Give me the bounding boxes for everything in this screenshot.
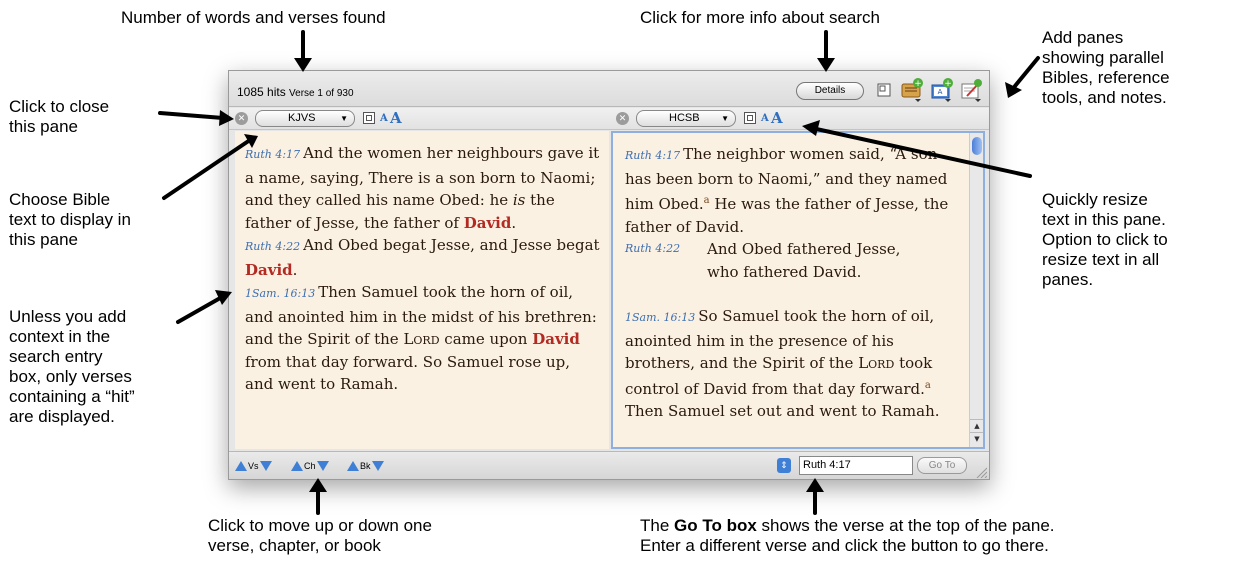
stanza-gap [625,283,961,305]
callout-goto-prefix: The [640,516,675,535]
callout-resize-text: Quickly resize text in this pane. Option… [1042,190,1168,289]
scroll-up-arrow[interactable]: ▲ [970,419,983,432]
svg-text:+: + [914,79,922,89]
svg-text:+: + [944,79,952,89]
book-icon[interactable]: A + [929,77,953,102]
poetry-line: who fathered David. [707,262,862,281]
callout-number-of-hits: Number of words and verses found [121,8,386,27]
verse-ruth-4-17: Ruth 4:17 And the women her neighbours ga… [245,142,601,234]
footnote-marker[interactable]: a [925,380,931,391]
verse-text: And Obed begat Jesse, and Jesse begat [303,236,600,254]
verse-ruth-4-22: Ruth 4:22 And Obed begat Jesse, and Jesse… [245,234,601,281]
app-window: 1085 hits Verse 1 of 930 Details + A + ✕ … [228,70,990,480]
arrow-context [176,295,224,324]
vertical-scrollbar[interactable]: ▲ ▼ [969,133,983,447]
arrowhead-nav [309,478,327,492]
pane-options-icon[interactable] [744,112,756,124]
callout-add-panes: Add panes showing parallel Bibles, refer… [1042,28,1170,107]
scroll-down-arrow[interactable]: ▼ [970,432,983,445]
scrollbar-thumb[interactable] [972,137,982,155]
search-hit: David [463,213,512,232]
verse-down-arrow-icon[interactable] [259,460,272,471]
text-larger-icon[interactable]: A [771,109,783,127]
arrowhead-goto [806,478,824,492]
book-nav-label: Bk [360,460,371,471]
verse-small-caps: Lord [858,354,895,372]
chevron-down-icon: ▼ [721,114,729,123]
pane-split-icon[interactable] [877,83,891,97]
verse-ref[interactable]: Ruth 4:22 [245,240,300,253]
details-button[interactable]: Details [796,82,864,100]
verse-1sam-16-13: 1Sam. 16:13 Then Samuel took the horn of … [245,281,601,396]
chapter-nav-label: Ch [304,460,316,471]
hits-label: 1085 hits [237,85,286,99]
verse-1sam-16-13: 1Sam. 16:13 So Samuel took the horn of oi… [625,305,961,423]
navigation-bar: Vs Ch Bk ⇕ Ruth 4:17 Go To [229,451,989,479]
notes-icon[interactable] [959,77,983,102]
left-pane-header: ✕ KJVS ▼ A A [229,108,610,130]
chevron-down-icon: ▼ [340,114,348,123]
verse-text: from that day forward. So Samuel rose up… [245,352,570,394]
verse-of-label: Verse 1 of 930 [289,88,354,99]
right-bible-label: HCSB [669,112,700,124]
chapter-up-arrow-icon[interactable] [291,460,303,471]
callout-choose-bible: Choose Bible text to display in this pan… [9,190,131,249]
right-text-pane[interactable]: Ruth 4:17 The neighbor women said, “A son… [611,131,985,449]
callout-goto-bold: Go To box [674,516,757,535]
goto-input[interactable]: Ruth 4:17 [799,456,913,475]
verse-nav: Vs [235,460,272,471]
left-text-pane[interactable]: Ruth 4:17 And the women her neighbours ga… [235,131,609,449]
search-toolbar: 1085 hits Verse 1 of 930 Details + A + [229,71,989,107]
svg-text:A: A [938,88,943,96]
arrowhead-add-panes [1005,82,1022,98]
text-smaller-icon[interactable]: A [761,113,769,124]
verse-ref[interactable]: 1Sam. 16:13 [245,287,315,300]
callout-goto-line2: Enter a different verse and click the bu… [640,536,1049,555]
stepper-icon[interactable]: ⇕ [777,458,791,473]
callout-goto: The Go To box shows the verse at the top… [640,516,1235,556]
callout-context: Unless you add context in the search ent… [9,307,135,426]
chapter-nav: Ch [291,460,329,471]
verse-ref[interactable]: Ruth 4:22 [625,238,680,261]
verse-small-caps: Lord [403,330,440,348]
chapter-down-arrow-icon[interactable] [316,460,329,471]
callout-search-info: Click for more info about search [640,8,880,27]
search-hit: David [245,260,293,279]
verse-ref[interactable]: Ruth 4:17 [625,149,680,162]
right-pane-header: ✕ HCSB ▼ A A [610,108,989,130]
pane-options-icon[interactable] [363,112,375,124]
verse-text: came upon [439,330,533,348]
text-smaller-icon[interactable]: A [380,113,388,124]
resize-grip-icon[interactable] [975,465,988,479]
verse-ref[interactable]: 1Sam. 16:13 [625,311,695,324]
callout-goto-rest: shows the verse at the top of the pane. [756,516,1055,535]
left-bible-select[interactable]: KJVS ▼ [255,110,355,127]
book-nav: Bk [347,460,384,471]
hit-count: 1085 hits Verse 1 of 930 [237,85,354,99]
left-bible-label: KJVS [288,112,316,124]
verse-text: . [511,213,517,232]
verse-up-arrow-icon[interactable] [235,460,247,471]
callout-close-pane: Click to close this pane [9,97,110,136]
verse-nav-label: Vs [248,460,259,471]
arrow-close [158,111,225,120]
search-hit: David [532,330,580,348]
callout-navigation: Click to move up or down one verse, chap… [208,516,432,555]
arrow-add-panes [1013,56,1040,88]
close-icon[interactable]: ✕ [616,112,629,125]
close-icon[interactable]: ✕ [235,112,248,125]
right-bible-select[interactable]: HCSB ▼ [636,110,736,127]
verse-ruth-4-22: Ruth 4:22 And Obed fathered Jesse, who f… [625,238,961,283]
verse-ref[interactable]: Ruth 4:17 [245,148,300,161]
verse-ruth-4-17: Ruth 4:17 The neighbor women said, “A son… [625,143,961,238]
goto-button[interactable]: Go To [917,457,967,474]
verse-italic: is [512,191,526,209]
book-down-arrow-icon[interactable] [371,460,384,471]
text-larger-icon[interactable]: A [390,109,402,127]
scroll-icon[interactable]: + [899,77,923,102]
verse-text: . [292,260,298,279]
book-up-arrow-icon[interactable] [347,460,359,471]
verse-text: Then Samuel set out and went to Ramah. [625,402,940,420]
